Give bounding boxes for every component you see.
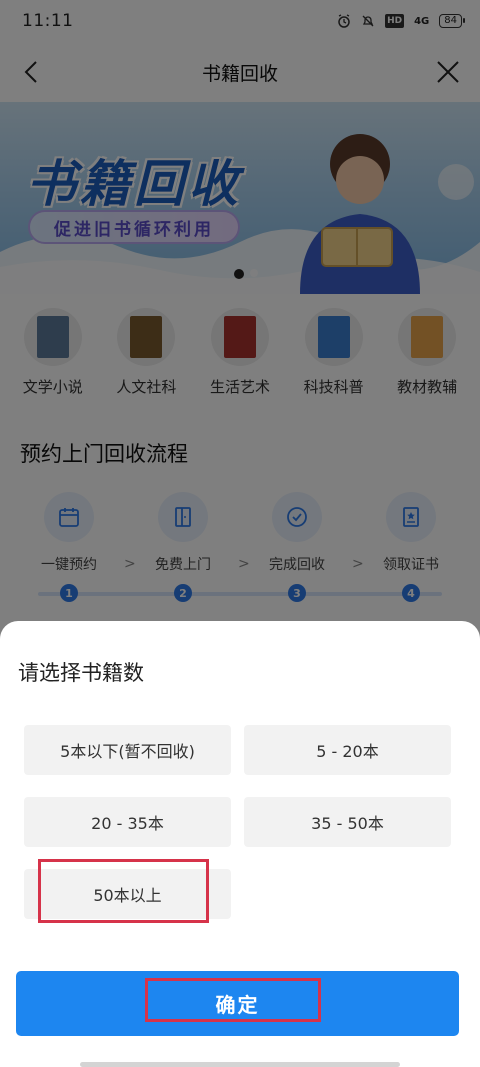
- book-count-sheet: 请选择书籍数 5本以下(暂不回收) 5 - 20本 20 - 35本 35 - …: [0, 621, 480, 1067]
- highlight-box: [145, 978, 321, 1022]
- home-indicator: [80, 1062, 400, 1067]
- option-button[interactable]: 20 - 35本: [24, 797, 231, 847]
- option-button[interactable]: 5本以下(暂不回收): [24, 725, 231, 775]
- option-button[interactable]: 35 - 50本: [244, 797, 451, 847]
- option-button[interactable]: 5 - 20本: [244, 725, 451, 775]
- highlight-box: [38, 859, 209, 923]
- sheet-title: 请选择书籍数: [18, 661, 144, 685]
